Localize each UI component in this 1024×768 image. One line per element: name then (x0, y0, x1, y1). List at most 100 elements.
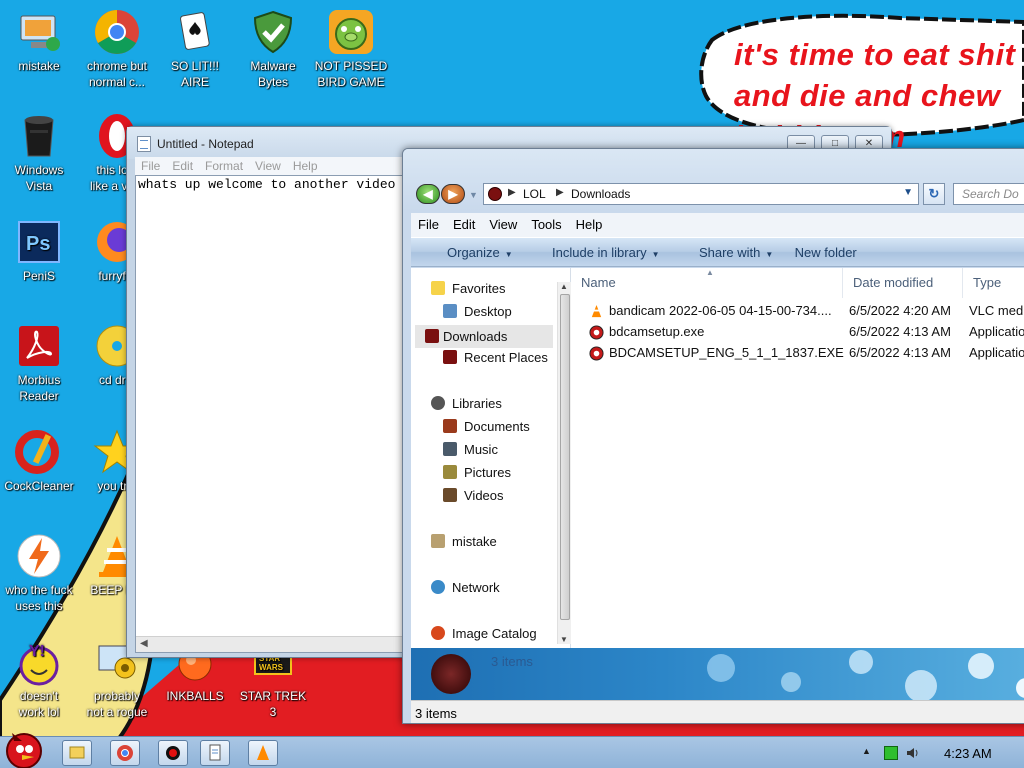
solitaire-icon (180, 12, 210, 50)
chevron-down-icon: ▼ (504, 250, 513, 259)
taskbar-explorer-button[interactable] (62, 740, 92, 766)
menu-file[interactable]: File (135, 157, 166, 175)
vlc-file-icon (591, 304, 602, 318)
nav-mistake[interactable]: mistake (431, 534, 497, 549)
homegroup-icon (431, 534, 445, 548)
file-type: Applicatio (969, 324, 1024, 339)
nav-recent-places[interactable]: Recent Places (443, 350, 548, 365)
nav-videos-label: Videos (464, 488, 504, 503)
file-row[interactable]: bdcamsetup.exe 6/5/2022 4:13 AM Applicat… (571, 322, 1024, 343)
menu-view[interactable]: View (482, 213, 524, 237)
notepad-icon (209, 744, 221, 761)
nav-favorites[interactable]: Favorites (431, 281, 505, 296)
address-dropdown-icon[interactable]: ▼ (903, 187, 913, 198)
desktop-icon-label: chrome but normal c... (86, 59, 148, 89)
nav-network[interactable]: Network (431, 580, 500, 595)
details-item-count: 3 items (491, 654, 533, 669)
desktop-icon-morbius-reader[interactable]: Morbius Reader (0, 322, 78, 404)
nav-pictures[interactable]: Pictures (443, 465, 511, 480)
nav-documents-label: Documents (464, 419, 530, 434)
vertical-scrollbar[interactable]: ▲ ▼ (557, 282, 571, 644)
desktop-icon-yahoo[interactable]: Y! doesn't work lol (0, 638, 78, 720)
desktop-icon-windows-vista[interactable]: Windows Vista (0, 112, 78, 194)
nav-documents[interactable]: Documents (443, 419, 530, 434)
desktop-icon-label: PeniS (22, 269, 56, 283)
pig-icon (329, 10, 373, 54)
taskbar-bandicam-button[interactable] (158, 740, 188, 766)
volume-icon[interactable] (906, 746, 920, 760)
search-input[interactable]: Search Do (953, 183, 1024, 205)
start-button-bird-icon[interactable] (0, 727, 50, 768)
file-row[interactable]: BDCAMSETUP_ENG_5_1_1_1837.EXE 6/5/2022 4… (571, 343, 1024, 364)
desktop-icon-label: INKBALLS (166, 689, 224, 703)
menu-file[interactable]: File (411, 213, 446, 237)
organize-button[interactable]: Organize ▼ (429, 238, 513, 270)
back-arrow-icon: ◀ (423, 187, 433, 201)
desktop-icon-solitaire[interactable]: SO LIT!!! AIRE (156, 8, 234, 90)
image-catalog-icon (431, 626, 445, 640)
breadcrumb-separator-icon[interactable]: ▶ (508, 187, 516, 198)
breadcrumb-lol[interactable]: LOL (523, 187, 546, 201)
desktop-icon-chrome[interactable]: chrome but normal c... (78, 8, 156, 90)
desktop-icon-bird-game[interactable]: NOT PISSED BIRD GAME (312, 8, 390, 90)
recent-pages-dropdown-icon[interactable]: ▼ (469, 190, 478, 200)
desktop-icon-who-uses-this[interactable]: who the fuck uses this (0, 532, 78, 614)
menu-edit[interactable]: Edit (446, 213, 482, 237)
nav-image-catalog[interactable]: Image Catalog (431, 626, 537, 641)
nav-libraries[interactable]: Libraries (431, 396, 502, 411)
back-button[interactable]: ◀ (416, 184, 440, 204)
taskbar-chrome-button[interactable] (110, 740, 140, 766)
desktop-icon (443, 304, 457, 318)
column-header-date-modified[interactable]: Date modified (843, 268, 963, 298)
refresh-button[interactable]: ↻ (923, 183, 945, 205)
nav-image-catalog-label: Image Catalog (452, 626, 537, 641)
desktop-icon-label: mistake (18, 59, 60, 73)
nav-music[interactable]: Music (443, 442, 498, 457)
scrollbar-thumb[interactable] (560, 294, 570, 620)
chevron-down-icon: ▼ (651, 250, 660, 259)
column-header-type[interactable]: Type (963, 268, 1024, 298)
bandicam-exe-icon (589, 346, 604, 361)
explorer-window[interactable]: ◀ ▶ ▼ ▶ LOL ▶ Downloads ▼ ↻ Search Do Fi… (402, 148, 1024, 724)
taskbar-vlc-button[interactable] (248, 740, 278, 766)
scroll-up-icon[interactable]: ▲ (560, 282, 568, 291)
notepad-title: Untitled - Notepad (157, 137, 254, 151)
include-in-library-button[interactable]: Include in library ▼ (534, 238, 660, 270)
desktop-icon-mistake[interactable]: mistake (0, 8, 78, 74)
desktop-icon-label: Windows Vista (14, 163, 64, 193)
menu-help[interactable]: Help (569, 213, 610, 237)
folder-icon (69, 746, 85, 759)
breadcrumb-separator-icon[interactable]: ▶ (556, 187, 564, 198)
nav-downloads[interactable]: Downloads (415, 325, 553, 348)
nav-videos[interactable]: Videos (443, 488, 504, 503)
menu-view[interactable]: View (249, 157, 287, 175)
scroll-down-icon[interactable]: ▼ (560, 635, 568, 644)
network-status-icon[interactable] (884, 746, 898, 760)
show-hidden-icons-icon[interactable]: ▲ (862, 746, 871, 756)
system-clock[interactable]: 4:23 AM (944, 746, 992, 761)
new-folder-button[interactable]: New folder (795, 238, 857, 268)
desktop-icon-label: who the fuck uses this (5, 583, 73, 613)
file-row[interactable]: bandicam 2022-06-05 04-15-00-734.... 6/5… (571, 301, 1024, 322)
breadcrumb-downloads[interactable]: Downloads (571, 187, 630, 201)
taskbar-notepad-button[interactable] (200, 740, 230, 766)
record-icon (166, 746, 180, 760)
menu-help[interactable]: Help (287, 157, 324, 175)
address-bar[interactable]: ▶ LOL ▶ Downloads ▼ (483, 183, 919, 205)
share-with-button[interactable]: Share with ▼ (681, 238, 773, 270)
menu-format[interactable]: Format (199, 157, 249, 175)
menu-tools[interactable]: Tools (524, 213, 568, 237)
photoshop-icon: Ps (18, 221, 60, 263)
status-bar: 3 items (411, 700, 1024, 723)
menu-edit[interactable]: Edit (166, 157, 199, 175)
desktop-icon-ccleaner[interactable]: CockCleaner (0, 428, 78, 494)
nav-desktop[interactable]: Desktop (443, 304, 512, 319)
desktop-icon-label: NOT PISSED BIRD GAME (314, 59, 388, 89)
desktop-icon-malwarebytes[interactable]: Malware Bytes (234, 8, 312, 90)
forward-button[interactable]: ▶ (441, 184, 465, 204)
chrome-icon (117, 745, 133, 761)
lightning-icon (17, 534, 61, 578)
scroll-left-icon[interactable]: ◀ (140, 638, 148, 649)
desktop-icon-photoshop[interactable]: Ps PeniS (0, 218, 78, 284)
computer-icon (20, 15, 60, 51)
